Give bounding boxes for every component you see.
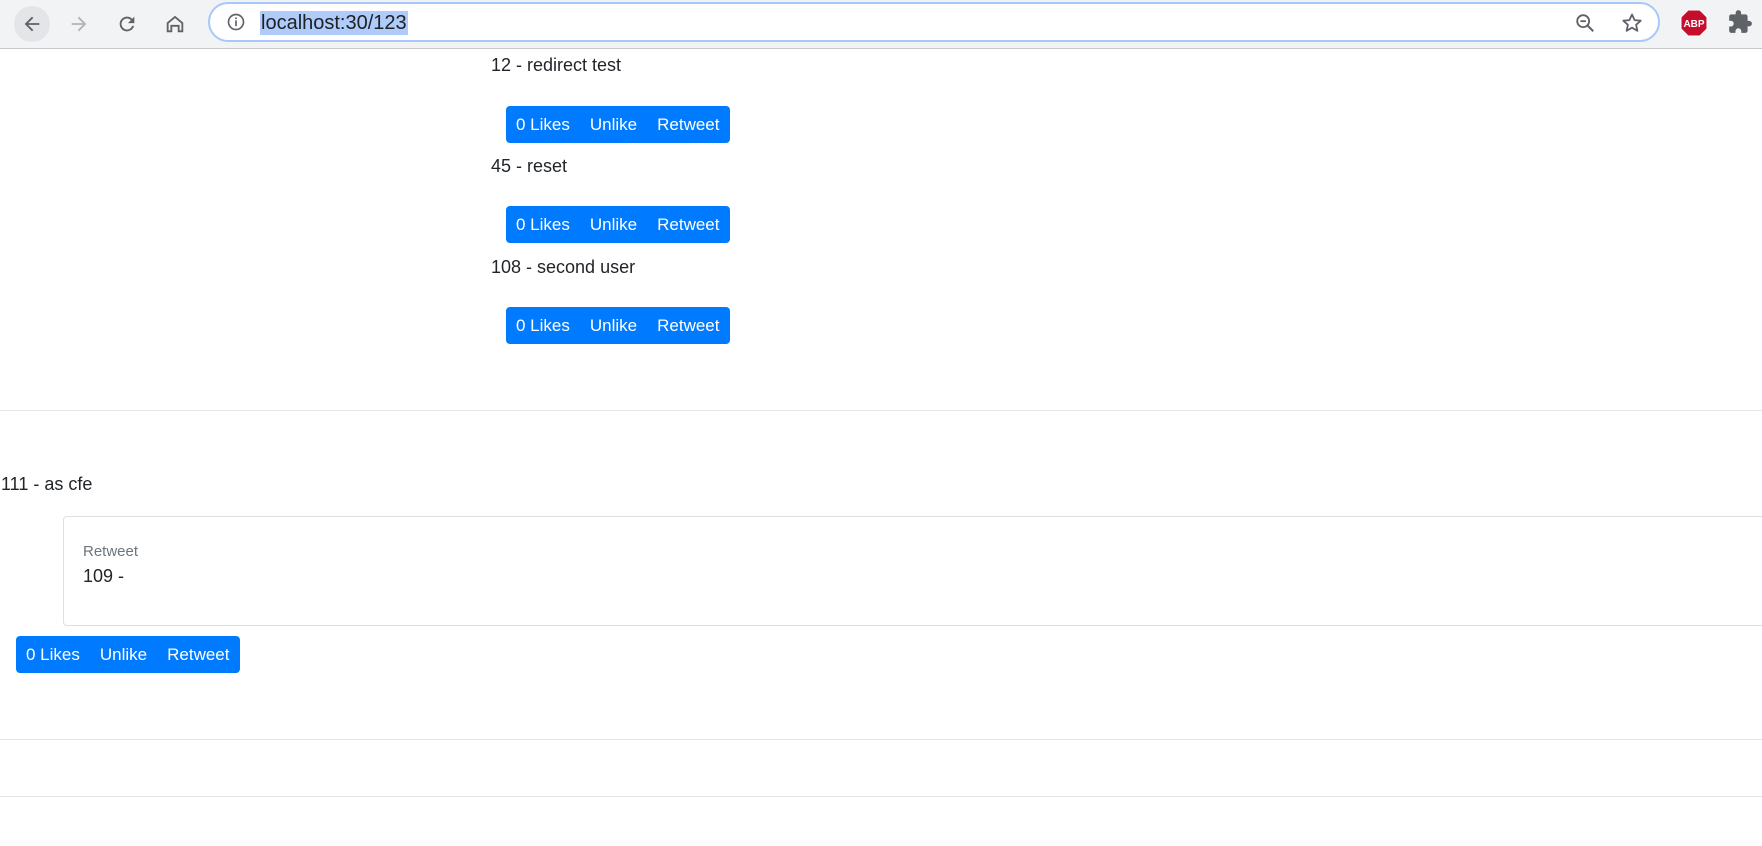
retweet-text: 109 - — [83, 566, 125, 586]
tweet-text: 12 - redirect test — [491, 55, 622, 75]
forward-button[interactable] — [61, 6, 97, 42]
tweet-text: 45 - reset — [491, 156, 568, 176]
divider — [0, 796, 1762, 797]
likes-button[interactable]: 0 Likes — [506, 106, 580, 143]
likes-button[interactable]: 0 Likes — [506, 307, 580, 344]
unlike-button[interactable]: Unlike — [580, 307, 647, 344]
tweet-text: 111 - as cfe — [1, 474, 93, 494]
address-bar[interactable]: localhost:30/123 — [208, 2, 1660, 42]
reload-icon — [119, 16, 135, 32]
retweet-button[interactable]: Retweet — [157, 636, 239, 673]
retweet-button[interactable]: Retweet — [647, 307, 729, 344]
reload-button[interactable] — [109, 6, 145, 42]
likes-button[interactable]: 0 Likes — [506, 206, 580, 243]
tweet-text: 108 - second user — [491, 257, 636, 277]
url-text[interactable]: localhost:30/123 — [260, 11, 408, 35]
unlike-button[interactable]: Unlike — [580, 106, 647, 143]
unlike-button[interactable]: Unlike — [90, 636, 157, 673]
retweet-card: Retweet 109 - — [63, 516, 1762, 626]
retweet-label: Retweet — [83, 543, 139, 560]
abp-label: ABP — [1683, 19, 1704, 30]
star-icon[interactable] — [1620, 11, 1644, 35]
home-icon — [166, 15, 184, 33]
home-button[interactable] — [157, 6, 193, 42]
abp-icon[interactable]: ABP — [1680, 9, 1708, 37]
back-button[interactable] — [14, 6, 50, 42]
divider — [0, 739, 1762, 740]
arrow-right-icon — [71, 16, 87, 32]
tweet-actions: 0 Likes Unlike Retweet — [506, 307, 730, 344]
tweet-actions: 0 Likes Unlike Retweet — [506, 206, 730, 243]
page-content: 12 - redirect test 0 Likes Unlike Retwee… — [0, 49, 1762, 846]
info-icon[interactable] — [226, 12, 246, 32]
divider — [0, 410, 1762, 411]
tweet-actions: 0 Likes Unlike Retweet — [16, 636, 240, 673]
tweet-actions: 0 Likes Unlike Retweet — [506, 106, 730, 143]
unlike-button[interactable]: Unlike — [580, 206, 647, 243]
browser-toolbar: localhost:30/123 ABP — [0, 0, 1762, 49]
zoom-out-icon[interactable] — [1574, 12, 1596, 34]
likes-button[interactable]: 0 Likes — [16, 636, 90, 673]
retweet-button[interactable]: Retweet — [647, 106, 729, 143]
puzzle-icon[interactable] — [1727, 9, 1753, 35]
arrow-left-icon — [24, 16, 40, 32]
retweet-button[interactable]: Retweet — [647, 206, 729, 243]
